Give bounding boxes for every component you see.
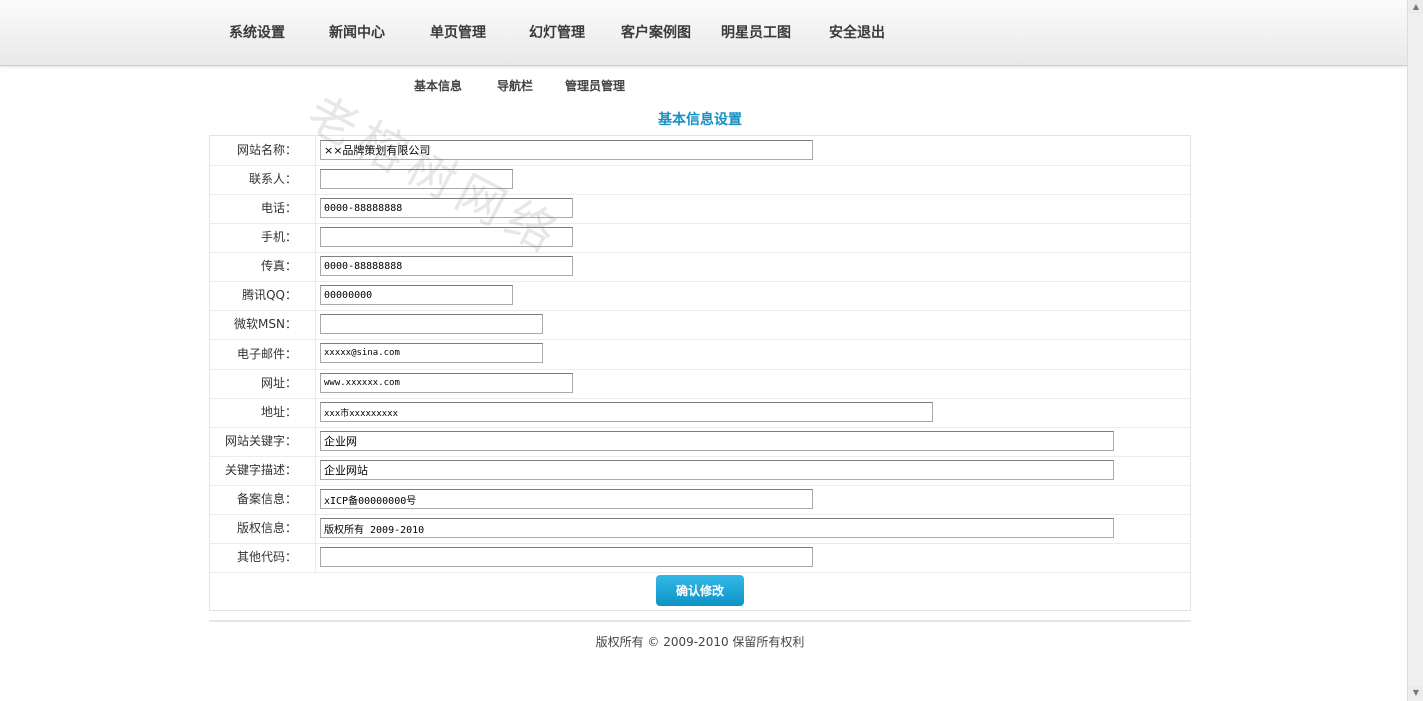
footer-copyright: 版权所有 © 2009-2010 保留所有权利 (595, 635, 805, 649)
vertical-scrollbar[interactable]: ▲ ▼ (1407, 0, 1423, 701)
contact-label: 联系人： (210, 165, 316, 194)
website-label: 网址： (210, 369, 316, 398)
form-row-phone: 电话： (210, 194, 1190, 224)
copyright-input[interactable] (320, 518, 1114, 538)
copyright-label: 版权信息： (210, 514, 316, 543)
form-row-copyright: 版权信息： (210, 514, 1190, 544)
form-row-icp: 备案信息： (210, 485, 1190, 515)
form-row-email: 电子邮件： (210, 339, 1190, 370)
site-name-input[interactable] (320, 140, 813, 160)
qq-label: 腾讯QQ： (210, 281, 316, 310)
page-title: 基本信息设置 (658, 112, 742, 128)
scroll-down-icon[interactable]: ▼ (1409, 686, 1423, 700)
nav-page-management[interactable]: 单页管理 (430, 22, 486, 42)
form-row-site-name: 网站名称： (210, 136, 1190, 166)
keywords-input[interactable] (320, 431, 1114, 451)
form-row-other-code: 其他代码： (210, 543, 1190, 573)
description-label: 关键字描述： (210, 456, 316, 485)
form-row-contact: 联系人： (210, 165, 1190, 195)
confirm-submit-button[interactable]: 确认修改 (656, 575, 744, 606)
other-code-label: 其他代码： (210, 543, 316, 572)
nav-client-cases[interactable]: 客户案例图 (621, 22, 691, 42)
description-input[interactable] (320, 460, 1114, 480)
subnav-navigation-bar[interactable]: 导航栏 (497, 77, 533, 94)
basic-info-form: 网站名称： 联系人： 电话： 手机： 传真： 腾讯QQ： 微软MSN： 电子邮件… (209, 135, 1191, 611)
contact-input[interactable] (320, 169, 513, 189)
qq-input[interactable] (320, 285, 513, 305)
top-nav-bar: 系统设置 新闻中心 单页管理 幻灯管理 客户案例图 明星员工图 安全退出 (0, 0, 1407, 66)
form-row-mobile: 手机： (210, 223, 1190, 253)
form-row-address: 地址： (210, 398, 1190, 428)
email-input[interactable] (320, 343, 543, 363)
keywords-label: 网站关键字： (210, 427, 316, 456)
footer-divider (209, 620, 1191, 622)
phone-input[interactable] (320, 198, 573, 218)
nav-slideshow-management[interactable]: 幻灯管理 (529, 22, 585, 42)
fax-input[interactable] (320, 256, 573, 276)
msn-label: 微软MSN： (210, 310, 316, 339)
nav-star-employees[interactable]: 明星员工图 (721, 22, 791, 42)
nav-logout[interactable]: 安全退出 (829, 22, 885, 42)
form-row-keywords: 网站关键字： (210, 427, 1190, 457)
fax-label: 传真： (210, 252, 316, 281)
form-row-qq: 腾讯QQ： (210, 281, 1190, 311)
icp-label: 备案信息： (210, 485, 316, 514)
email-label: 电子邮件： (210, 339, 316, 369)
address-input[interactable] (320, 402, 933, 422)
nav-news-center[interactable]: 新闻中心 (329, 22, 385, 42)
mobile-label: 手机： (210, 223, 316, 252)
form-row-website: 网址： (210, 369, 1190, 399)
subnav-admin-management[interactable]: 管理员管理 (565, 77, 625, 94)
msn-input[interactable] (320, 314, 543, 334)
scroll-up-icon[interactable]: ▲ (1409, 0, 1423, 14)
subnav-basic-info[interactable]: 基本信息 (414, 77, 462, 94)
form-row-fax: 传真： (210, 252, 1190, 282)
website-input[interactable] (320, 373, 573, 393)
other-code-input[interactable] (320, 547, 813, 567)
form-row-msn: 微软MSN： (210, 310, 1190, 340)
nav-system-settings[interactable]: 系统设置 (229, 22, 285, 42)
site-name-label: 网站名称： (210, 136, 316, 165)
form-row-description: 关键字描述： (210, 456, 1190, 486)
address-label: 地址： (210, 398, 316, 427)
mobile-input[interactable] (320, 227, 573, 247)
icp-input[interactable] (320, 489, 813, 509)
phone-label: 电话： (210, 194, 316, 223)
